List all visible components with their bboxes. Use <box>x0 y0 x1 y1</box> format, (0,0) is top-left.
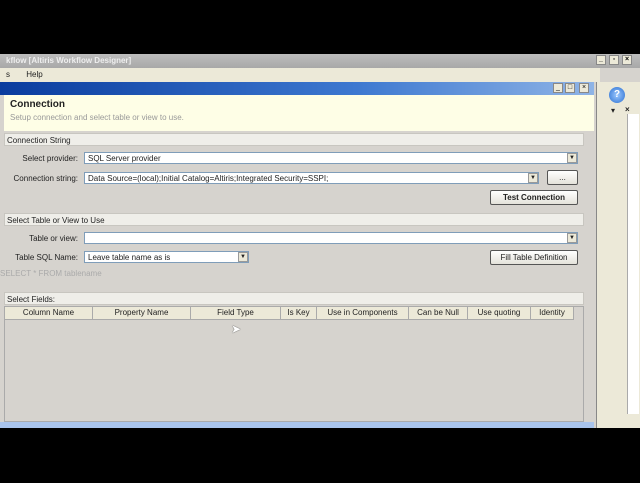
provider-select[interactable]: SQL Server provider ▼ <box>84 152 578 164</box>
column-header[interactable]: Use in Components <box>317 307 409 320</box>
dialog-title: Connection <box>10 99 65 110</box>
column-header[interactable]: Can be Null <box>409 307 468 320</box>
column-header[interactable]: Field Type <box>191 307 281 320</box>
dialog-close-button[interactable]: × <box>579 83 589 93</box>
close-icon[interactable]: × <box>622 55 632 65</box>
chevron-down-icon[interactable]: ▼ <box>528 173 538 183</box>
test-connection-button[interactable]: Test Connection <box>490 190 578 205</box>
connection-string-value: Data Source=(local);Initial Catalog=Alti… <box>88 174 329 183</box>
menu-bar: s Help <box>0 68 600 82</box>
sql-name-value: Leave table name as is <box>88 253 171 262</box>
provider-label: Select provider: <box>22 154 78 163</box>
connection-string-input[interactable]: Data Source=(local);Initial Catalog=Alti… <box>84 172 539 184</box>
connection-string-group: Connection String <box>4 133 584 146</box>
dialog-title-bar: _ □ × <box>0 82 594 95</box>
dialog-minimize-button[interactable]: _ <box>553 83 563 93</box>
vertical-scrollbar[interactable] <box>627 114 639 414</box>
column-header[interactable]: Use quoting <box>468 307 531 320</box>
fill-table-definition-button[interactable]: Fill Table Definition <box>490 250 578 265</box>
menu-help[interactable]: Help <box>26 70 42 79</box>
chevron-down-icon[interactable]: ▼ <box>238 252 248 262</box>
mouse-cursor-icon: ➤ <box>231 322 242 336</box>
app-title-bar: kflow [Altiris Workflow Designer] _ ▫ × <box>0 54 640 68</box>
select-table-group: Select Table or View to Use <box>4 213 584 226</box>
table-label: Table or view: <box>29 234 78 243</box>
connection-string-label: Connection string: <box>13 174 78 183</box>
column-header[interactable]: Is Key <box>281 307 317 320</box>
dialog-subtitle: Setup connection and select table or vie… <box>10 113 184 122</box>
column-header[interactable]: Identity <box>531 307 574 320</box>
help-icon[interactable]: ? <box>609 87 625 103</box>
dialog-header: Connection Setup connection and select t… <box>4 95 594 131</box>
screen: kflow [Altiris Workflow Designer] _ ▫ × … <box>0 54 640 428</box>
sql-preview: SELECT * FROM tablename <box>0 269 102 278</box>
menu-item[interactable]: s <box>6 70 10 79</box>
browse-button[interactable]: ... <box>547 170 578 185</box>
chevron-down-icon[interactable]: ▼ <box>567 153 577 163</box>
dialog-maximize-button[interactable]: □ <box>565 83 575 93</box>
horizontal-scrollbar[interactable] <box>0 422 594 428</box>
close-pane-icon[interactable]: × <box>625 105 630 114</box>
fields-grid[interactable]: Column Name Property Name Field Type Is … <box>4 306 584 422</box>
sql-name-label: Table SQL Name: <box>15 253 78 262</box>
minimize-icon[interactable]: _ <box>596 55 606 65</box>
restore-icon[interactable]: ▫ <box>609 55 619 65</box>
provider-value: SQL Server provider <box>88 154 161 163</box>
select-fields-group: Select Fields: <box>4 292 584 305</box>
column-header[interactable]: Column Name <box>5 307 93 320</box>
right-pane: ? ▾ × <box>596 82 640 428</box>
dropdown-icon[interactable]: ▾ <box>611 106 615 115</box>
sql-name-select[interactable]: Leave table name as is ▼ <box>84 251 249 263</box>
table-select[interactable]: ▼ <box>84 232 578 244</box>
column-header[interactable]: Property Name <box>93 307 191 320</box>
app-title: kflow [Altiris Workflow Designer] <box>6 56 132 65</box>
chevron-down-icon[interactable]: ▼ <box>567 233 577 243</box>
